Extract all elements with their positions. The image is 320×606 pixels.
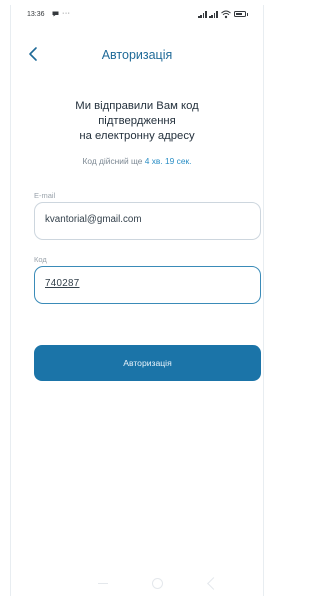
timer-value: 4 хв. 19 сек.: [144, 156, 192, 166]
status-time: 13:36: [27, 11, 45, 18]
authorize-button[interactable]: Авторизація: [34, 345, 261, 381]
email-label: E-mail: [34, 191, 56, 200]
message-notification-icon: [52, 11, 59, 19]
nav-home-icon[interactable]: [152, 578, 163, 589]
status-bar: 13:36 ···: [11, 5, 263, 25]
more-notifications-icon: ···: [62, 10, 71, 17]
code-field[interactable]: [34, 266, 261, 304]
signal-icon-1: [198, 11, 207, 18]
message-line-3: на електронну адресу: [79, 130, 195, 142]
message-line-1: Ми відправили Вам код: [75, 100, 199, 112]
email-field[interactable]: [34, 202, 261, 240]
code-timer: Код дійсний ще 4 хв. 19 сек.: [11, 156, 263, 166]
system-nav-bar: [11, 570, 263, 596]
signal-icon-2: [209, 11, 218, 18]
email-input[interactable]: [45, 214, 245, 225]
battery-icon: [234, 11, 248, 17]
wifi-icon: [221, 10, 231, 19]
nav-back-icon[interactable]: [207, 577, 220, 590]
nav-menu-icon[interactable]: [98, 583, 108, 585]
page-title: Авторизація: [101, 48, 173, 62]
code-label: Код: [34, 255, 47, 264]
message-line-2: підтвердження: [98, 115, 176, 127]
confirmation-message: Ми відправили Вам код підтвердження на е…: [41, 99, 233, 144]
code-input[interactable]: [45, 278, 245, 289]
phone-screen: 13:36 ··· Авторизація Ми відправили Вам …: [10, 5, 264, 596]
timer-prefix: Код дійсний ще: [82, 156, 143, 166]
